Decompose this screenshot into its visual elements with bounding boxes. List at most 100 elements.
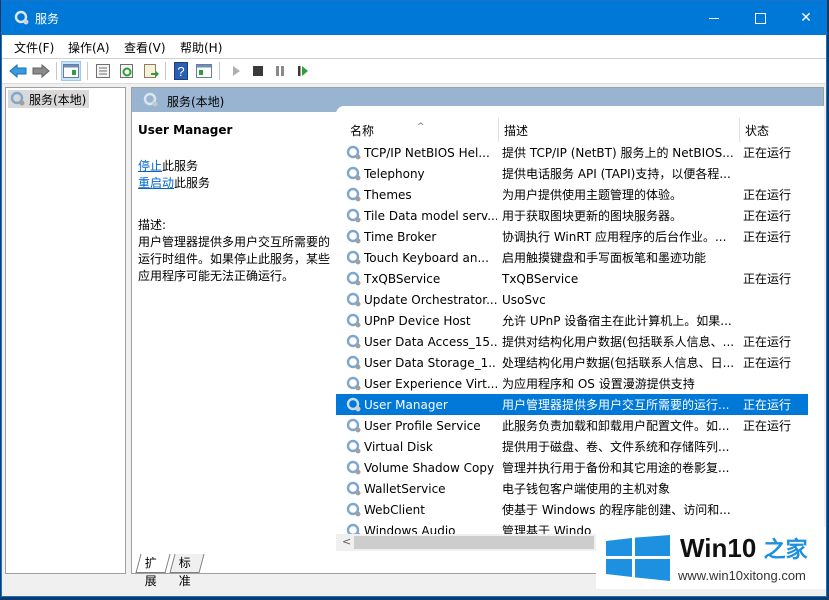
table-row[interactable]: TCP/IP NetBIOS Hel... 提供 TCP/IP (NetBT) 服… [336, 142, 808, 163]
table-row[interactable]: Tile Data model serv... 用于获取图块更新的图块服务器。 正在… [336, 205, 808, 226]
tab-standard-label: 标准 [178, 556, 191, 588]
service-gear-icon [346, 355, 361, 370]
resume-service-button[interactable] [293, 61, 313, 81]
service-detail: User Manager 停止此服务 重启动此服务 描述: 用户管理器提供多用户… [138, 122, 333, 285]
menu-view[interactable]: 查看(V) [124, 39, 166, 56]
table-row[interactable]: Themes 为用户提供使用主题管理的体验。 正在运行 [336, 184, 808, 205]
service-name: WalletService [364, 481, 446, 496]
service-name: User Profile Service [364, 418, 481, 433]
table-row[interactable]: Time Broker 协调执行 WinRT 应用程序的后台作业。... 正在运行 [336, 226, 808, 247]
column-header-name[interactable]: 名称 ^ [336, 106, 498, 142]
maximize-button[interactable] [737, 1, 783, 35]
table-row[interactable]: Update Orchestrator... UsoSvc [336, 289, 808, 310]
service-gear-icon [346, 271, 361, 286]
service-name: TxQBService [364, 271, 441, 286]
help-icon: ? [174, 62, 188, 80]
service-gear-icon [346, 229, 361, 244]
service-description: TxQBService [502, 271, 579, 286]
action-pane-button[interactable] [194, 61, 214, 81]
table-row[interactable]: UPnP Device Host 允许 UPnP 设备宿主在此计算机上。如果... [336, 310, 808, 331]
toolbar-separator [56, 62, 57, 80]
description-text: 用户管理器提供多用户交互所需要的运行时组件。如果停止此服务，某些应用程序可能无法… [138, 235, 331, 283]
export-list-icon [144, 64, 159, 78]
table-row[interactable]: WebClient 使基于 Windows 的程序能创建、访问和... [336, 499, 808, 520]
show-hide-tree-button[interactable] [61, 61, 81, 81]
gear-icon [10, 91, 25, 106]
table-row-selected[interactable]: User Manager 用户管理器提供多用户交互所需要的运行... 正在运行 [336, 394, 808, 415]
column-header-status[interactable]: 状态 [740, 106, 810, 142]
watermark-title-cn: 之家 [763, 537, 808, 562]
description-label: 描述: [138, 218, 167, 232]
table-row[interactable]: Telephony 提供电话服务 API (TAPI)支持，以便各程... [336, 163, 808, 184]
service-description: 处理结构化用户数据(包括联系人信息、日... [502, 356, 735, 370]
refresh-button[interactable] [117, 61, 137, 81]
service-name: Touch Keyboard an... [364, 250, 489, 265]
service-description: 电子钱包客户端使用的主机对象 [502, 482, 671, 496]
service-description: 用户管理器提供多用户交互所需要的运行... [502, 398, 730, 412]
start-service-button[interactable] [226, 61, 246, 81]
close-button[interactable]: ✕ [783, 1, 829, 35]
service-gear-icon [346, 166, 361, 181]
toolbar-separator [219, 62, 220, 80]
table-row[interactable]: User Data Storage_1... 处理结构化用户数据(包括联系人信息、… [336, 352, 808, 373]
service-description: 提供用于磁盘、卷、文件系统和存储阵列... [502, 440, 730, 454]
table-row[interactable]: Touch Keyboard an... 启用触摸键盘和手写面板笔和墨迹功能 [336, 247, 808, 268]
table-row[interactable]: User Experience Virt... 为应用程序和 OS 设置漫游提供支… [336, 373, 808, 394]
column-header-description[interactable]: 描述 [499, 106, 739, 142]
menu-file[interactable]: 文件(F) [14, 39, 54, 56]
forward-button[interactable] [31, 61, 51, 81]
table-row[interactable]: TxQBService TxQBService 正在运行 [336, 268, 808, 289]
service-name: User Data Access_15... [364, 334, 497, 349]
gear-icon [143, 92, 158, 107]
watermark-title: Win10 之家 [680, 532, 808, 564]
tab-extended[interactable]: 扩展 [135, 554, 171, 588]
service-description: 管理并执行用于备份和其它用途的卷影复... [502, 461, 730, 475]
menu-help[interactable]: 帮助(H) [180, 39, 222, 56]
service-description: 用于获取图块更新的图块服务器。 [502, 209, 683, 223]
services-window: 服务 ✕ 文件(F) 操作(A) 查看(V) 帮助(H) ? 服务(本地) 服务… [1, 0, 827, 597]
tree-item-services-local[interactable]: 服务(本地) [8, 90, 90, 108]
service-name: UPnP Device Host [364, 313, 471, 328]
stop-service-link[interactable]: 停止 [138, 159, 162, 173]
export-list-button[interactable] [141, 61, 161, 81]
table-row[interactable]: User Data Access_15... 提供对结构化用户数据(包括联系人信息… [336, 331, 808, 352]
help-button[interactable]: ? [171, 61, 191, 81]
service-description: 此服务负责加载和卸载用户配置文件。如... [502, 419, 730, 433]
table-row[interactable]: WalletService 电子钱包客户端使用的主机对象 [336, 478, 808, 499]
properties-icon [96, 64, 110, 78]
service-status: 正在运行 [743, 419, 792, 433]
service-status: 正在运行 [743, 356, 792, 370]
service-gear-icon [346, 250, 361, 265]
stop-service-icon [253, 66, 263, 76]
svg-text:?: ? [177, 64, 184, 79]
windows-logo-icon [606, 535, 670, 581]
service-status: 正在运行 [743, 230, 792, 244]
action-pane-icon [196, 64, 212, 78]
pause-service-button[interactable] [270, 61, 290, 81]
minimize-button[interactable] [691, 1, 737, 35]
title-bar[interactable]: 服务 ✕ [2, 1, 826, 35]
table-row[interactable]: Volume Shadow Copy 管理并执行用于备份和其它用途的卷影复... [336, 457, 808, 478]
back-button[interactable] [8, 61, 28, 81]
menu-bar: 文件(F) 操作(A) 查看(V) 帮助(H) [2, 35, 826, 59]
scroll-left-icon[interactable]: < [342, 535, 351, 548]
properties-button[interactable] [93, 61, 113, 81]
horizontal-scroll-thumb[interactable] [354, 536, 594, 549]
table-row[interactable]: User Profile Service 此服务负责加载和卸载用户配置文件。如..… [336, 415, 808, 436]
service-gear-icon [346, 481, 361, 496]
table-row[interactable]: Virtual Disk 提供用于磁盘、卷、文件系统和存储阵列... [336, 436, 808, 457]
service-status: 正在运行 [743, 335, 792, 349]
watermark-url: www.win10xitong.com [678, 568, 806, 583]
menu-action[interactable]: 操作(A) [68, 39, 110, 56]
restart-service-link[interactable]: 重启动 [138, 176, 174, 190]
stop-service-button[interactable] [248, 61, 268, 81]
service-gear-icon [346, 397, 361, 412]
refresh-icon [120, 64, 133, 78]
service-name: Themes [364, 187, 412, 202]
service-gear-icon [346, 376, 361, 391]
service-gear-icon [346, 187, 361, 202]
tab-standard[interactable]: 标准 [169, 554, 205, 588]
watermark-title-en: Win10 [680, 533, 757, 563]
service-description: UsoSvc [502, 292, 546, 307]
service-status: 正在运行 [743, 146, 792, 160]
